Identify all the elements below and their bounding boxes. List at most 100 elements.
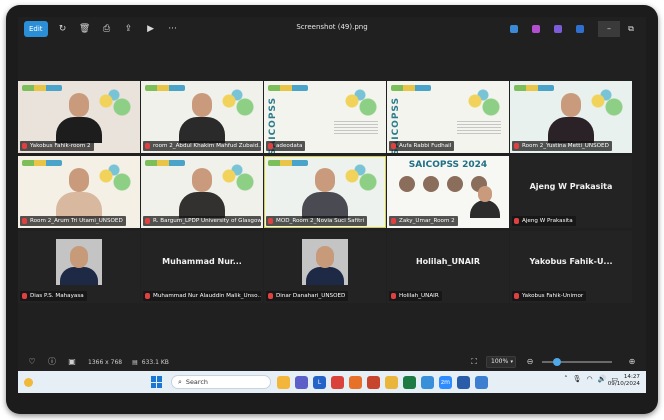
- mic-muted-icon: [145, 218, 150, 224]
- participant-name: Ajeng W Prakasita: [522, 218, 573, 224]
- participant-tile[interactable]: Yakobus Fahik-room 2: [18, 81, 140, 153]
- rotate-icon[interactable]: ↻: [56, 22, 70, 36]
- participant-name: Dias P.S. Mahayasa: [30, 293, 84, 299]
- participant-tile[interactable]: SAICOPSS 2024 Zaky_Umar_Room 2: [387, 156, 509, 228]
- firefox-icon[interactable]: [349, 375, 362, 389]
- participant-tile[interactable]: Dinar Danahari_UNSOED: [264, 231, 386, 303]
- participant-display-name: Ajeng W Prakasita: [529, 182, 613, 191]
- explorer-folder-icon[interactable]: [385, 375, 398, 389]
- participant-name: Yakobus Fahik-room 2: [30, 143, 91, 149]
- delete-icon[interactable]: 🗑: [78, 22, 92, 36]
- chevron-up-icon[interactable]: ˄: [564, 375, 568, 383]
- image-dimensions: 1366 x 768: [88, 358, 123, 366]
- participant-body: [179, 192, 225, 218]
- participant-display-name: Holilah_UNAIR: [415, 257, 481, 266]
- participant-head: [192, 168, 212, 192]
- excel-icon[interactable]: [403, 375, 416, 389]
- participant-name-label: Muhammad Nur Alauddin Malik_Unso...: [143, 291, 261, 301]
- start-button[interactable]: [151, 376, 163, 388]
- participant-video: [548, 91, 594, 143]
- participant-name: Holilah_UNAIR: [399, 293, 439, 299]
- more-icon[interactable]: ···: [166, 22, 180, 36]
- participant-tile[interactable]: SAICOPSS Aufa Rabbi Fudhail: [387, 81, 509, 153]
- participant-body: [179, 117, 225, 143]
- zoom-in-icon[interactable]: ⊕: [626, 356, 638, 368]
- slide-logo: [268, 85, 308, 91]
- image-size-icon: ▣: [68, 357, 76, 366]
- minimize-button[interactable]: –: [598, 21, 620, 37]
- participant-tile[interactable]: MOD_Room 2_Novia Suci Safitri: [264, 156, 386, 228]
- powerpoint-icon[interactable]: [367, 375, 380, 389]
- participant-tile[interactable]: Holilah_UNAIR Holilah_UNAIR: [387, 231, 509, 303]
- participant-tile[interactable]: SAICOPSS adeodata: [264, 81, 386, 153]
- participant-name-label: MOD_Room 2_Novia Suci Safitri: [266, 216, 368, 226]
- mic-muted-icon: [268, 293, 273, 299]
- participant-name-label: Dinar Danahari_UNSOED: [266, 291, 349, 301]
- participant-name-label: Zaky_Umar_Room 2: [389, 216, 458, 226]
- app-icon-4[interactable]: [576, 25, 584, 33]
- participant-name: Dinar Danahari_UNSOED: [276, 293, 346, 299]
- heart-icon[interactable]: ♡: [26, 356, 38, 368]
- taskbar-clock[interactable]: 14:27 09/10/2024: [608, 374, 640, 388]
- profile-body: [60, 267, 98, 285]
- edit-button[interactable]: Edit: [24, 21, 48, 37]
- title-right-icons: – ⧉: [510, 21, 642, 37]
- participant-name-label: Yakobus Fahik-room 2: [20, 141, 94, 151]
- app-icon-2[interactable]: [532, 25, 540, 33]
- l-app-icon[interactable]: L: [313, 375, 326, 389]
- mic-muted-icon: [268, 143, 273, 149]
- zoom-level-select[interactable]: 100% ▾: [486, 356, 516, 368]
- wifi-icon[interactable]: ◠: [587, 375, 593, 383]
- word-icon[interactable]: [457, 375, 470, 389]
- weather-widget[interactable]: [24, 377, 33, 387]
- taskbar-search[interactable]: ⌕ Search: [171, 375, 271, 389]
- photos-title-bar: Edit ↻ 🗑 ⎙ ⇪ ▶ ··· Screenshot (49).png –…: [18, 17, 646, 41]
- share-icon[interactable]: ⇪: [122, 22, 136, 36]
- photos-icon[interactable]: [421, 375, 434, 389]
- participant-tile[interactable]: R. Bargum_LPDP University of Glasgow: [141, 156, 263, 228]
- participant-tile[interactable]: room 2_Abdul Khakim Mahfud Zubaid...: [141, 81, 263, 153]
- slideshow-icon[interactable]: ▶: [144, 22, 158, 36]
- profile-head: [316, 246, 334, 268]
- participant-tile[interactable]: Room 2_Yustina Metti_UNSOED: [510, 81, 632, 153]
- participant-head: [477, 186, 492, 202]
- restore-button[interactable]: ⧉: [620, 21, 642, 37]
- chrome-icon[interactable]: [331, 375, 344, 389]
- participant-tile[interactable]: Room 2_Arum Tri Utami_UNSOED: [18, 156, 140, 228]
- mic-muted-icon: [514, 218, 519, 224]
- participant-tile[interactable]: Muhammad Nur... Muhammad Nur Alauddin Mal…: [141, 231, 263, 303]
- participant-tile[interactable]: Dias P.S. Mahayasa: [18, 231, 140, 303]
- zoom-slider-thumb[interactable]: [553, 358, 562, 366]
- chevron-down-icon: ▾: [510, 359, 513, 365]
- participant-tile[interactable]: Ajeng W Prakasita Ajeng W Prakasita: [510, 156, 632, 228]
- participant-name: Room 2_Arum Tri Utami_UNSOED: [30, 218, 123, 224]
- mic-muted-icon: [391, 218, 396, 224]
- file-explorer-icon[interactable]: [277, 375, 290, 389]
- zoom-out-icon[interactable]: ⊖: [524, 356, 536, 368]
- fit-window-icon[interactable]: ⛶: [468, 356, 480, 368]
- sun-icon: [24, 377, 33, 387]
- app-icon-1[interactable]: [510, 25, 518, 33]
- participant-name: Yakobus Fahik-Unimor: [522, 293, 584, 299]
- participant-name: Muhammad Nur Alauddin Malik_Unso...: [153, 293, 261, 299]
- zoom-slider[interactable]: [542, 358, 612, 366]
- teams-icon[interactable]: [295, 375, 308, 389]
- print-icon[interactable]: ⎙: [100, 22, 114, 36]
- zoom-icon[interactable]: zm: [439, 375, 452, 389]
- snip-icon[interactable]: [475, 375, 488, 389]
- microphone-icon[interactable]: 🎙: [573, 375, 582, 383]
- profile-head: [70, 246, 88, 268]
- participant-tile[interactable]: Yakobus Fahik-U... Yakobus Fahik-Unimor: [510, 231, 632, 303]
- participant-name-label: R. Bargum_LPDP University of Glasgow: [143, 216, 261, 226]
- info-icon[interactable]: ⓘ: [46, 356, 58, 368]
- mic-muted-icon: [145, 143, 150, 149]
- slide-decoration: [340, 89, 380, 119]
- volume-icon[interactable]: 🔊: [598, 375, 607, 383]
- participant-name: Room 2_Yustina Metti_UNSOED: [522, 143, 609, 149]
- slide-logo: [391, 85, 431, 91]
- participant-name: adeodata: [276, 143, 303, 149]
- participant-body: [548, 117, 594, 143]
- app-icon-3[interactable]: [554, 25, 562, 33]
- participant-name: MOD_Room 2_Novia Suci Safitri: [276, 218, 365, 224]
- slide-title: SAICOPSS 2024: [408, 160, 488, 170]
